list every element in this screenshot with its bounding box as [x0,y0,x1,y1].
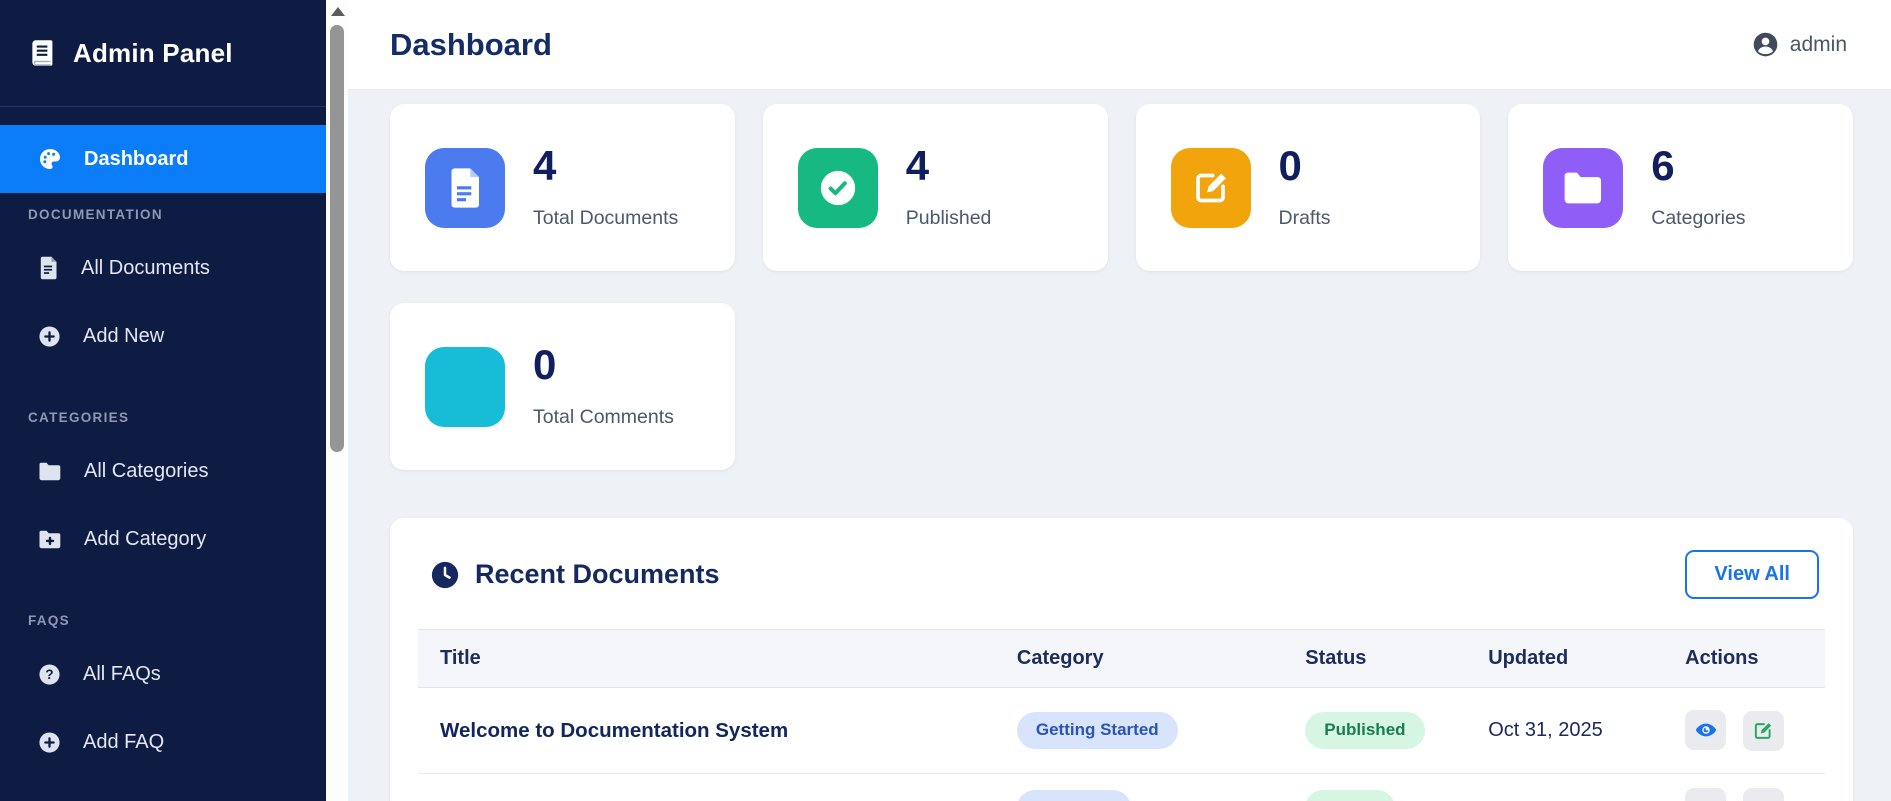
column-header-status: Status [1283,630,1466,688]
stat-label: Published [906,207,992,230]
stat-label: Categories [1651,207,1745,230]
sidebar-item-all-faqs[interactable]: ? All FAQs [0,640,326,708]
check-circle-icon [798,148,878,228]
sidebar-nav: Dashboard DOCUMENTATION All Documents [0,107,326,776]
comments-tile [425,347,505,427]
sidebar-scrollbar-thumb[interactable] [330,25,344,452]
table-header-row: Title Category Status Updated Actions [418,630,1825,688]
folder-icon [38,461,62,482]
stat-value: 4 [906,145,992,187]
status-badge: Published [1305,712,1424,748]
page-title: Dashboard [390,27,552,63]
file-text-icon [425,148,505,228]
sidebar-item-label: Add FAQ [83,731,164,754]
sidebar-item-label: All Documents [81,257,210,280]
sidebar: Admin Panel Dashboard DOCUMENTATION [0,0,326,801]
status-badge [1305,790,1395,801]
username: admin [1790,33,1847,57]
sidebar-scrollbar-track[interactable] [326,0,348,801]
stat-card-total-documents: 4 Total Documents [390,104,735,271]
updated-date: Oct 31, 2025 [1488,719,1603,741]
plus-circle-icon [38,325,61,348]
edit-document-button[interactable] [1743,711,1784,751]
sidebar-header: Admin Panel [0,0,326,107]
column-header-updated: Updated [1466,630,1663,688]
column-header-category: Category [995,630,1283,688]
sidebar-item-label: All FAQs [83,663,161,686]
user-menu[interactable]: admin [1752,31,1847,58]
stat-value: 0 [533,344,674,386]
clock-icon [430,560,460,590]
scrollbar-up-arrow-icon[interactable] [331,7,345,16]
folder-icon [1543,148,1623,228]
sidebar-item-all-documents[interactable]: All Documents [0,234,326,302]
app-title: Admin Panel [73,38,233,69]
sidebar-section-documentation: DOCUMENTATION [0,207,326,222]
plus-circle-icon [38,731,61,754]
sidebar-item-label: Add Category [84,528,206,551]
table-row: Welcome to Documentation System Getting … [418,688,1825,774]
pencil-square-icon [1752,720,1774,742]
stat-value: 6 [1651,145,1745,187]
book-icon [28,38,58,68]
recent-documents-title: Recent Documents [475,559,720,590]
sidebar-item-add-new[interactable]: Add New [0,302,326,370]
stat-value: 0 [1279,145,1331,187]
category-badge: Getting Started [1017,712,1178,748]
sidebar-section-categories: CATEGORIES [0,410,326,425]
documents-table: Title Category Status Updated Actions We… [418,629,1825,801]
sidebar-item-add-category[interactable]: Add Category [0,505,326,573]
file-text-icon [38,256,59,280]
sidebar-item-all-categories[interactable]: All Categories [0,437,326,505]
column-header-title: Title [418,630,995,688]
pencil-square-icon [1171,148,1251,228]
dashboard-content: 4 Total Documents 4 Published [348,90,1891,801]
stat-card-categories: 6 Categories [1508,104,1853,271]
question-circle-icon: ? [38,663,61,686]
sidebar-item-label: All Categories [84,460,209,483]
sidebar-item-add-faq[interactable]: Add FAQ [0,708,326,776]
stat-card-published: 4 Published [763,104,1108,271]
view-all-button[interactable]: View All [1685,550,1819,599]
view-document-button[interactable] [1685,788,1726,801]
column-header-actions: Actions [1663,630,1825,688]
folder-plus-icon [38,529,62,550]
sidebar-item-label: Add New [83,325,164,348]
recent-documents-header: Recent Documents View All [390,518,1853,629]
category-badge [1017,790,1131,801]
sidebar-item-dashboard[interactable]: Dashboard [0,125,326,193]
stat-label: Total Comments [533,406,674,429]
view-document-button[interactable] [1685,710,1726,750]
stat-card-total-comments: 0 Total Comments [390,303,735,470]
stat-label: Total Documents [533,207,678,230]
table-row-partial [418,774,1825,801]
sidebar-section-faqs: FAQS [0,613,326,628]
stat-value: 4 [533,145,678,187]
palette-icon [38,147,62,171]
main-area: Dashboard admin [348,0,1891,801]
stat-label: Drafts [1279,207,1331,230]
person-circle-icon [1752,31,1779,58]
stat-cards: 4 Total Documents 4 Published [390,104,1853,470]
recent-documents-card: Recent Documents View All Title Category… [390,518,1853,801]
top-header: Dashboard admin [348,0,1891,90]
document-title: Welcome to Documentation System [440,719,788,742]
svg-text:?: ? [45,667,53,682]
stat-card-drafts: 0 Drafts [1136,104,1481,271]
eye-icon [1694,718,1718,742]
sidebar-item-label: Dashboard [84,148,188,171]
edit-document-button[interactable] [1743,788,1784,801]
